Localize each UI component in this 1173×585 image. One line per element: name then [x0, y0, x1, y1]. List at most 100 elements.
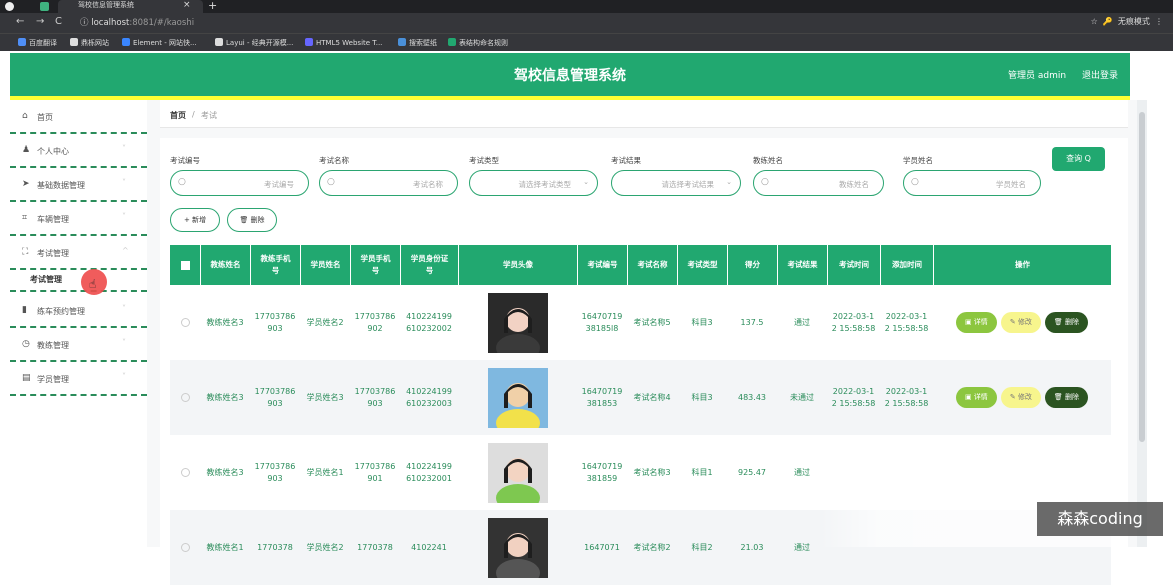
detail-button[interactable]: ▣ 详情: [955, 387, 997, 408]
bookmark-label: 搜索壁纸: [409, 39, 437, 47]
back-icon[interactable]: ←: [16, 16, 24, 27]
filter-placeholder: 请选择考试结果: [661, 180, 715, 189]
bookmark-icon: [448, 38, 456, 46]
scrollbar-thumb[interactable]: [1139, 112, 1145, 442]
sidebar-item[interactable]: ▤ 学员管理 ˅: [10, 362, 147, 396]
row-checkbox[interactable]: [180, 393, 190, 402]
filter-select[interactable]: 请选择考试类型 ⌄: [469, 170, 598, 196]
chevron-down-icon[interactable]: ˅: [122, 338, 126, 347]
table-cell: 410224199610232003: [400, 360, 458, 435]
send-icon: ➤: [22, 179, 30, 189]
cell-student-phone: 17703786902: [354, 311, 396, 333]
delete-button[interactable]: 🗑 删除: [1044, 387, 1089, 408]
column-header: 操作: [933, 245, 1111, 285]
column-header-label: 考试名称: [637, 260, 668, 269]
filter-input[interactable]: ○ 考试名称: [319, 170, 458, 196]
logout-link[interactable]: 退出登录: [1082, 68, 1118, 81]
reload-icon[interactable]: C: [55, 16, 62, 27]
table-header: 教练姓名 教练手机号 学员姓名 学员手机号 学员身份证号 学员头像 考试编号 考试名称 考试类型…: [170, 245, 1111, 285]
column-header: 考试时间: [827, 245, 880, 285]
cell-id-card: 4102241: [411, 542, 447, 552]
sidebar-item[interactable]: ▮ 练车预约管理 ˅: [10, 294, 147, 328]
sidebar-item-label: 基础数据管理: [37, 181, 85, 190]
cell-exam-type: 科目2: [691, 542, 713, 552]
sidebar-item[interactable]: ⌗ 车辆管理 ˅: [10, 202, 147, 236]
sidebar-item-label: 教练管理: [37, 341, 69, 350]
forward-icon[interactable]: →: [36, 16, 44, 27]
table-cell: ▣ 详情 ✎ 修改 🗑 删除: [933, 285, 1111, 360]
table-cell: 21.03: [727, 510, 777, 585]
table-row: 教练姓名1 1770378 学员姓名2 1770378 4102241 1647071 考试…: [170, 510, 1111, 585]
chevron-up-icon[interactable]: ^: [122, 246, 129, 255]
delete-button[interactable]: 🗑 删除: [1044, 312, 1089, 333]
sidebar-item[interactable]: ♟ 个人中心 ˅: [10, 134, 147, 168]
row-checkbox[interactable]: [180, 318, 190, 327]
sidebar-item[interactable]: ◷ 教练管理 ˅: [10, 328, 147, 362]
bookmark-item[interactable]: 百度翻译: [18, 38, 57, 48]
bookmark-icon: [70, 38, 78, 46]
table-cell: 科目3: [677, 285, 727, 360]
cell-result: 通过: [794, 317, 810, 327]
filter-select[interactable]: 请选择考试结果 ⌄: [611, 170, 741, 196]
row-checkbox[interactable]: [180, 543, 190, 552]
sidebar-subitem-exam[interactable]: 考试管理: [10, 266, 147, 292]
new-tab-icon[interactable]: +: [208, 0, 217, 12]
bookmark-item[interactable]: Element - 网站快...: [122, 38, 197, 48]
column-header: 考试编号: [577, 245, 627, 285]
table-cell: [458, 285, 577, 362]
bookmark-item[interactable]: 鼎栎网站: [70, 38, 109, 48]
app-title: 驾校信息管理系统: [514, 68, 626, 84]
breadcrumb-home[interactable]: 首页: [170, 110, 186, 121]
add-button[interactable]: + 新增: [170, 208, 220, 232]
cell-exam-name: 考试名称5: [633, 317, 671, 327]
edit-button[interactable]: ✎ 修改: [1000, 387, 1041, 408]
browser-tab-active[interactable]: 驾校信息管理系统: [58, 0, 203, 13]
row-checkbox[interactable]: [180, 468, 190, 477]
bookmark-item[interactable]: Layui - 经典开源模...: [215, 38, 293, 48]
bookmark-item[interactable]: 表结构命名规则: [448, 38, 508, 48]
table-cell: 17703786903: [250, 360, 300, 435]
detail-label: 详情: [973, 393, 988, 401]
incognito-indicator[interactable]: ☆ 🔑 无痕模式 ⋮: [1091, 16, 1163, 27]
filter-input[interactable]: ○ 教练姓名: [753, 170, 884, 196]
briefcase-icon: ▤: [22, 373, 31, 383]
table-cell: 未通过: [777, 360, 827, 435]
chevron-down-icon[interactable]: ˅: [122, 372, 126, 381]
batch-delete-button[interactable]: 🗑 删除: [227, 208, 277, 232]
cell-exam-name: 考试名称2: [633, 542, 671, 552]
detail-button[interactable]: ▣ 详情: [955, 312, 997, 333]
browser-menu-icon[interactable]: [5, 2, 14, 11]
column-header: 学员手机号: [350, 245, 400, 285]
edit-button[interactable]: ✎ 修改: [1000, 312, 1041, 333]
cursor-hand-icon: ☝: [89, 277, 97, 291]
filter-input[interactable]: ○ 考试编号: [170, 170, 309, 196]
bookmark-label: Layui - 经典开源模...: [226, 39, 294, 47]
sidebar-item[interactable]: ⌂ 首页: [10, 100, 147, 134]
url-field[interactable]: ⓘ localhost:8081/#/kaoshi: [80, 16, 194, 28]
table-cell: 考试名称2: [627, 510, 677, 585]
close-tab-icon[interactable]: ×: [183, 0, 191, 11]
chevron-down-icon[interactable]: ˅: [122, 178, 126, 187]
filter-input[interactable]: ○ 学员姓名: [903, 170, 1041, 196]
search-button[interactable]: 查询 Q: [1052, 147, 1105, 171]
chevron-down-icon[interactable]: ˅: [122, 144, 126, 153]
delete-label: 删除: [1065, 393, 1080, 401]
table-cell: [170, 510, 200, 585]
student-avatar: [487, 292, 548, 362]
chevron-down-icon[interactable]: ˅: [122, 304, 126, 313]
table-cell: 17703786903: [250, 285, 300, 360]
cell-result: 通过: [794, 542, 810, 552]
sidebar-item[interactable]: ➤ 基础数据管理 ˅: [10, 168, 147, 202]
sidebar-item[interactable]: ⛶ 考试管理 ^: [10, 236, 147, 270]
filter-label: 教练姓名: [753, 156, 783, 165]
column-header-label: 教练姓名: [210, 260, 241, 269]
bookmark-label: 表结构命名规则: [459, 39, 508, 47]
bookmark-item[interactable]: 搜索壁纸: [398, 38, 437, 48]
column-header[interactable]: [170, 245, 200, 285]
bookmark-item[interactable]: HTML5 Website T...: [305, 38, 382, 47]
cell-exam-name: 考试名称4: [633, 392, 671, 402]
select-all-checkbox[interactable]: [180, 260, 190, 270]
chevron-down-icon[interactable]: ˅: [122, 212, 126, 221]
crop-icon: ⌗: [22, 213, 28, 223]
watermark: 森森coding: [1037, 502, 1163, 536]
